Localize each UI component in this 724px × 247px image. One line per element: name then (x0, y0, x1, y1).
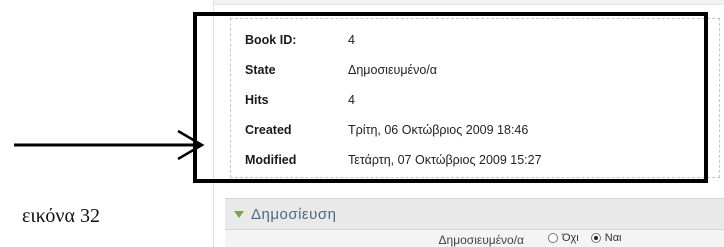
expand-triangle-icon (234, 210, 244, 218)
highlight-frame (193, 12, 708, 183)
figure-caption: εικόνα 32 (22, 205, 100, 227)
radio-yes[interactable] (590, 233, 601, 243)
panel-top-edge (214, 0, 724, 5)
published-radio-group: Όχι Ναι (548, 232, 630, 244)
publish-section-header[interactable]: Δημοσίευση (225, 198, 724, 230)
radio-no[interactable] (548, 233, 558, 243)
publish-row: Δημοσιευμένο/α Όχι Ναι (225, 230, 724, 247)
pointer-arrow-icon (14, 129, 205, 160)
radio-yes-label: Ναι (604, 232, 622, 244)
published-label: Δημοσιευμένο/α (438, 233, 524, 247)
radio-no-label: Όχι (562, 232, 579, 244)
section-title: Δημοσίευση (251, 205, 337, 223)
